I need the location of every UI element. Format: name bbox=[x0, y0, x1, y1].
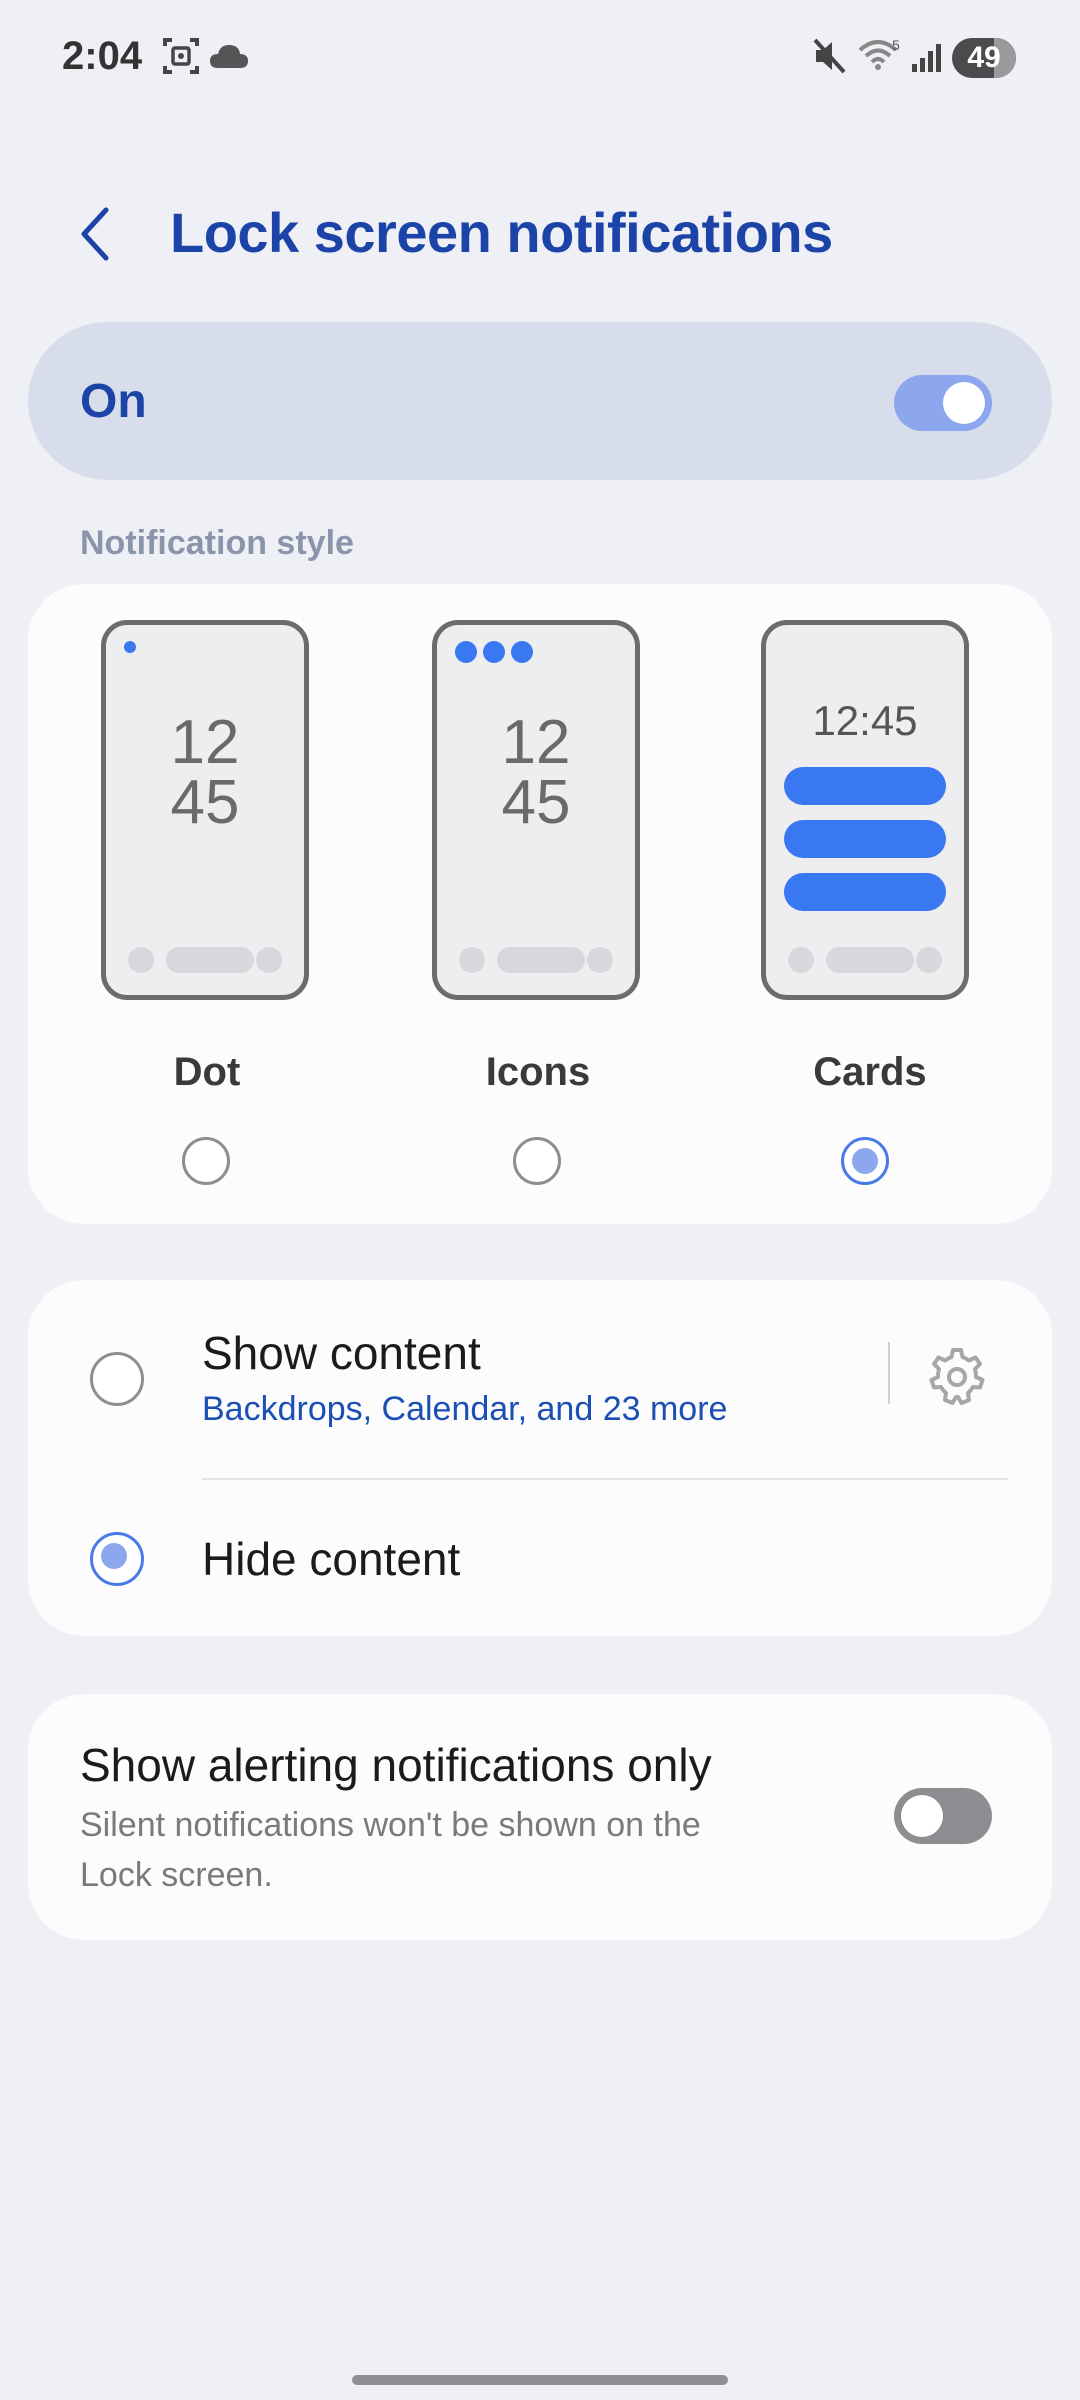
style-option-label: Dot bbox=[173, 1050, 241, 1094]
screenshot-icon bbox=[163, 38, 199, 74]
preview-nav-pill bbox=[826, 947, 914, 973]
app-bar: Lock screen notifications bbox=[0, 180, 1080, 290]
style-option-dot[interactable]: 12 45 Dot bbox=[28, 584, 386, 1224]
hide-content-radio[interactable] bbox=[90, 1532, 144, 1586]
preview-nav-dot bbox=[916, 947, 942, 973]
notification-style-card: 12 45 Dot 12 45 Icons 12:45 Cards bbox=[28, 584, 1052, 1224]
preview-clock-hours: 12 bbox=[501, 708, 571, 777]
master-switch-label: On bbox=[80, 375, 147, 428]
wifi-icon: 5 bbox=[858, 37, 900, 70]
style-radio-icons[interactable] bbox=[513, 1137, 561, 1185]
section-header-notification-style: Notification style bbox=[80, 524, 354, 562]
page-title: Lock screen notifications bbox=[170, 201, 833, 264]
hide-content-row[interactable]: Hide content bbox=[28, 1480, 1052, 1636]
master-toggle[interactable] bbox=[894, 375, 992, 431]
icon-indicator bbox=[511, 641, 533, 663]
content-visibility-card: Show content Backdrops, Calendar, and 23… bbox=[28, 1280, 1052, 1636]
dot-preview: 12 45 bbox=[101, 620, 309, 1000]
show-content-row[interactable]: Show content Backdrops, Calendar, and 23… bbox=[28, 1280, 868, 1478]
dot-indicator bbox=[124, 641, 136, 653]
show-content-radio[interactable] bbox=[90, 1352, 144, 1406]
style-option-label: Icons bbox=[485, 1050, 591, 1094]
preview-nav-dot bbox=[788, 947, 814, 973]
preview-clock-minutes: 45 bbox=[170, 768, 240, 837]
show-content-title: Show content bbox=[202, 1327, 481, 1379]
mute-icon bbox=[813, 38, 846, 74]
icon-indicator bbox=[483, 641, 505, 663]
alerting-only-card[interactable]: Show alerting notifications only Silent … bbox=[28, 1694, 1052, 1940]
preview-card-bar bbox=[784, 873, 946, 911]
preview-nav-dot bbox=[128, 947, 154, 973]
preview-nav-dot bbox=[459, 947, 485, 973]
svg-text:5: 5 bbox=[892, 37, 900, 53]
cloud-icon bbox=[210, 45, 248, 68]
preview-clock-hours: 12 bbox=[170, 708, 240, 777]
icon-indicator bbox=[455, 641, 477, 663]
hide-content-title: Hide content bbox=[202, 1533, 461, 1585]
cards-preview: 12:45 bbox=[761, 620, 969, 1000]
toggle-knob bbox=[901, 1795, 943, 1837]
alerting-only-subtitle: Silent notifications won't be shown on t… bbox=[80, 1806, 701, 1894]
preview-nav-pill bbox=[166, 947, 254, 973]
preview-nav-dot bbox=[256, 947, 282, 973]
preview-nav-dot bbox=[587, 947, 613, 973]
battery-level: 49 bbox=[967, 41, 1001, 74]
preview-card-bar bbox=[784, 767, 946, 805]
icons-preview: 12 45 bbox=[432, 620, 640, 1000]
battery-icon: 49 bbox=[952, 38, 1016, 78]
back-chevron-icon[interactable] bbox=[70, 204, 126, 264]
home-indicator[interactable] bbox=[352, 2375, 728, 2385]
style-radio-dot[interactable] bbox=[182, 1137, 230, 1185]
preview-card-bar bbox=[784, 820, 946, 858]
preview-nav-pill bbox=[497, 947, 585, 973]
show-content-subtitle: Backdrops, Calendar, and 23 more bbox=[202, 1390, 728, 1428]
style-option-icons[interactable]: 12 45 Icons bbox=[359, 584, 717, 1224]
alerting-only-title: Show alerting notifications only bbox=[80, 1739, 712, 1791]
status-bar: 2:04 5 49 bbox=[0, 0, 1080, 120]
signal-icon bbox=[912, 44, 941, 72]
style-option-cards[interactable]: 12:45 Cards bbox=[691, 584, 1049, 1224]
toggle-knob bbox=[943, 382, 985, 424]
preview-clock: 12:45 bbox=[812, 697, 918, 744]
style-radio-cards[interactable] bbox=[841, 1137, 889, 1185]
style-option-label: Cards bbox=[813, 1050, 927, 1094]
preview-clock-minutes: 45 bbox=[501, 768, 571, 837]
vertical-divider bbox=[888, 1342, 890, 1404]
status-time: 2:04 bbox=[62, 34, 143, 78]
alerting-only-toggle[interactable] bbox=[894, 1788, 992, 1844]
gear-icon[interactable] bbox=[924, 1344, 990, 1410]
master-switch-bar[interactable]: On bbox=[28, 322, 1052, 480]
